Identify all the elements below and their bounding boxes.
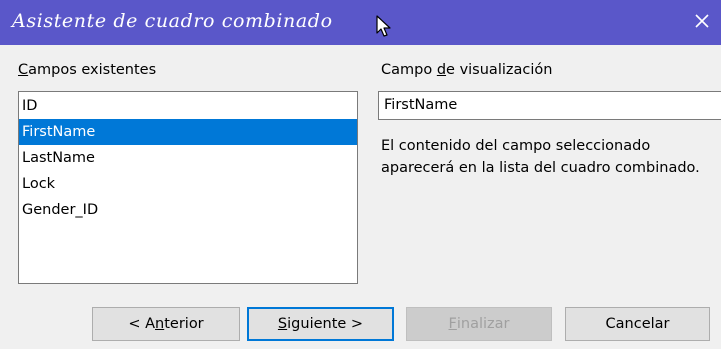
finish-button-label-accel: F bbox=[448, 316, 457, 332]
existing-fields-list[interactable]: ID FirstName LastName Lock Gender_ID bbox=[18, 91, 358, 284]
display-field-description: El contenido del campo seleccionado apar… bbox=[381, 138, 700, 176]
display-field-label-prefix: Campo bbox=[381, 62, 437, 78]
existing-fields-label-rest: ampos existentes bbox=[28, 62, 157, 78]
display-field-label-rest: e visualización bbox=[446, 62, 553, 78]
back-button[interactable]: < An terior bbox=[92, 307, 240, 341]
list-item-firstname[interactable]: FirstName bbox=[19, 119, 357, 145]
list-item-lastname[interactable]: LastName bbox=[19, 145, 357, 171]
cancel-button[interactable]: Cancelar bbox=[565, 307, 710, 341]
close-icon bbox=[694, 13, 710, 33]
finish-button[interactable]: Finalizar bbox=[406, 307, 552, 341]
display-field-label: Campo de visualización bbox=[381, 62, 552, 78]
next-button[interactable]: Siguiente > bbox=[247, 307, 394, 341]
list-item-id[interactable]: ID bbox=[19, 93, 357, 119]
list-item-lock[interactable]: Lock bbox=[19, 171, 357, 197]
display-field-input[interactable]: FirstName bbox=[378, 91, 721, 120]
next-button-label-accel: S bbox=[277, 316, 288, 332]
existing-fields-label: Campos existentes bbox=[18, 62, 156, 78]
finish-button-label-rest: inalizar bbox=[456, 316, 510, 332]
close-button[interactable] bbox=[683, 4, 721, 42]
back-button-label-prefix: < A bbox=[128, 316, 156, 332]
mouse-pointer-icon bbox=[376, 15, 392, 37]
dialog-title: Asistente de cuadro combinado bbox=[12, 10, 333, 32]
back-button-label-rest: terior bbox=[164, 316, 204, 332]
combo-box-wizard-dialog: Asistente de cuadro combinado Campos exi… bbox=[0, 0, 721, 349]
title-bar[interactable]: Asistente de cuadro combinado bbox=[0, 0, 721, 45]
existing-fields-label-accel: C bbox=[18, 62, 29, 78]
next-button-label-rest: iguiente > bbox=[287, 316, 364, 332]
list-item-gender-id[interactable]: Gender_ID bbox=[19, 197, 357, 223]
back-button-label-accel: n bbox=[155, 316, 165, 332]
display-field-label-accel: d bbox=[436, 62, 447, 78]
